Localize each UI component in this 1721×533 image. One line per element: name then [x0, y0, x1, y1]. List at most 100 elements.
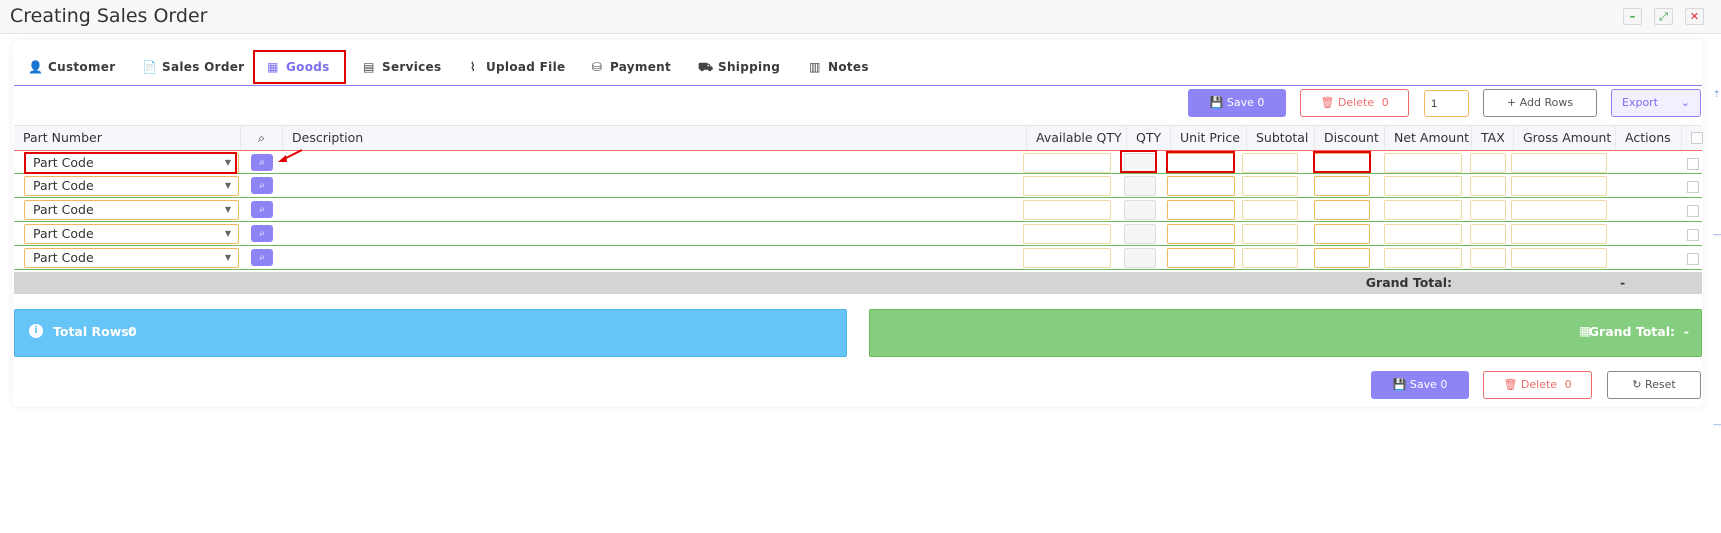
header-discount: Discount: [1314, 126, 1384, 151]
annotation-arrow: [278, 149, 303, 162]
part-code-select[interactable]: Part Code ▼: [24, 224, 239, 244]
save-label: Save: [1226, 96, 1254, 109]
footer-save-label: Save: [1409, 378, 1437, 391]
edge-marker: —: [1713, 230, 1721, 240]
search-icon: ⌕: [259, 252, 265, 263]
part-search-button[interactable]: ⌕: [251, 154, 273, 171]
rows-count-input[interactable]: [1424, 90, 1469, 117]
available-qty-field: [1023, 176, 1111, 196]
tab-shipping[interactable]: ⛟ Shipping: [698, 50, 780, 84]
edge-marker: —: [1713, 420, 1721, 430]
grand-total-value: -: [1683, 324, 1689, 339]
tab-label: Shipping: [718, 60, 781, 74]
row-checkbox[interactable]: [1687, 205, 1699, 217]
search-icon: ⌕: [259, 204, 265, 215]
table-grand-total-label: Grand Total:: [1365, 275, 1452, 290]
tab-upload-file[interactable]: ⌇ Upload File: [466, 50, 565, 84]
part-search-button[interactable]: ⌕: [251, 177, 273, 194]
delete-button[interactable]: 🗑 Delete 0: [1300, 89, 1409, 117]
footer-delete-button[interactable]: 🗑 Delete 0: [1483, 371, 1592, 399]
user-icon: 👤: [28, 60, 44, 74]
part-code-value: Part Code: [33, 250, 94, 265]
table-header: Part Number ⌕ Description Available QTY …: [14, 125, 1703, 151]
tab-label: Customer: [48, 60, 116, 74]
header-unit-price: Unit Price: [1170, 126, 1246, 151]
total-rows-label: Total Rows:: [53, 324, 134, 339]
header-subtotal: Subtotal: [1246, 126, 1314, 151]
qty-field[interactable]: [1124, 224, 1156, 244]
money-bag-icon: ⛁: [591, 60, 603, 74]
caret-down-icon: ▼: [224, 181, 231, 190]
tab-sales-order[interactable]: 📄 Sales Order: [142, 50, 244, 84]
tab-payment[interactable]: ⛁ Payment: [590, 50, 671, 84]
table-row: Part Code ▼ ⌕: [14, 198, 1702, 222]
discount-field[interactable]: [1314, 176, 1370, 196]
row-checkbox[interactable]: [1687, 181, 1699, 193]
truck-icon: ⛟: [698, 60, 714, 74]
tab-services[interactable]: ▤ Services: [362, 50, 441, 84]
table-row: Part Code ▼ ⌕: [14, 150, 1702, 174]
add-rows-button[interactable]: + Add Rows: [1483, 89, 1597, 117]
search-icon: ⌕: [259, 228, 265, 239]
window-titlebar: Creating Sales Order – ⤢ ✕: [0, 0, 1721, 34]
qty-field[interactable]: [1124, 176, 1156, 196]
paperclip-icon: ⌇: [469, 60, 477, 74]
footer-save-button[interactable]: 💾 Save 0: [1371, 371, 1469, 399]
row-checkbox[interactable]: [1687, 158, 1699, 170]
available-qty-field: [1023, 224, 1111, 244]
search-icon: ⌕: [259, 180, 265, 191]
part-code-highlight: [24, 152, 237, 174]
minimize-button[interactable]: –: [1623, 8, 1642, 25]
footer-delete-count: 0: [1564, 378, 1572, 391]
maximize-button[interactable]: ⤢: [1654, 8, 1673, 25]
tax-field: [1470, 153, 1506, 173]
caret-down-icon: ▼: [224, 253, 231, 262]
save-icon: 💾: [1209, 96, 1224, 109]
part-code-select[interactable]: Part Code ▼: [24, 176, 239, 196]
save-button[interactable]: 💾 Save 0: [1188, 89, 1286, 117]
reset-button[interactable]: ↻ Reset: [1607, 371, 1701, 399]
net-amount-field: [1384, 176, 1462, 196]
caret-down-icon: ▼: [224, 205, 231, 214]
unit-price-highlight: [1166, 151, 1235, 173]
discount-field[interactable]: [1314, 248, 1370, 268]
qty-field[interactable]: [1124, 248, 1156, 268]
search-icon: ⌕: [259, 157, 265, 168]
subtotal-field: [1242, 200, 1298, 220]
tab-notes[interactable]: ▥ Notes: [808, 50, 869, 84]
unit-price-field[interactable]: [1167, 248, 1235, 268]
select-all-checkbox[interactable]: [1691, 132, 1703, 144]
trash-icon: 🗑: [1320, 96, 1335, 109]
unit-price-field[interactable]: [1167, 224, 1235, 244]
discount-field[interactable]: [1314, 200, 1370, 220]
row-checkbox[interactable]: [1687, 229, 1699, 241]
table-row: Part Code ▼ ⌕: [14, 222, 1702, 246]
discount-field[interactable]: [1314, 224, 1370, 244]
unit-price-field[interactable]: [1167, 176, 1235, 196]
total-rows-value: 0: [128, 324, 137, 339]
table-row: Part Code ▼ ⌕: [14, 246, 1702, 270]
close-button[interactable]: ✕: [1685, 8, 1704, 25]
info-icon: i: [29, 324, 43, 338]
row-checkbox[interactable]: [1687, 253, 1699, 265]
file-icon: ▤: [363, 60, 375, 74]
part-search-button[interactable]: ⌕: [251, 225, 273, 242]
tax-field: [1470, 200, 1506, 220]
header-select-all: [1681, 126, 1703, 151]
grand-total-label: Grand Total:: [1588, 324, 1675, 339]
part-search-button[interactable]: ⌕: [251, 249, 273, 266]
qty-field[interactable]: [1124, 200, 1156, 220]
tab-customer[interactable]: 👤 Customer: [28, 50, 115, 84]
tab-label: Upload File: [486, 60, 566, 74]
unit-price-field[interactable]: [1167, 200, 1235, 220]
part-code-select[interactable]: Part Code ▼: [24, 200, 239, 220]
export-dropdown[interactable]: Export ⌄: [1611, 89, 1701, 117]
add-rows-label: Add Rows: [1519, 96, 1574, 109]
part-code-value: Part Code: [33, 202, 94, 217]
part-search-button[interactable]: ⌕: [251, 201, 273, 218]
grand-total-panel: ▦ Grand Total: -: [869, 309, 1702, 357]
table-grand-total-row: Grand Total: -: [14, 272, 1702, 294]
total-rows-panel: i Total Rows: 0: [14, 309, 847, 357]
plus-icon: +: [1506, 96, 1517, 109]
part-code-select[interactable]: Part Code ▼: [24, 248, 239, 268]
